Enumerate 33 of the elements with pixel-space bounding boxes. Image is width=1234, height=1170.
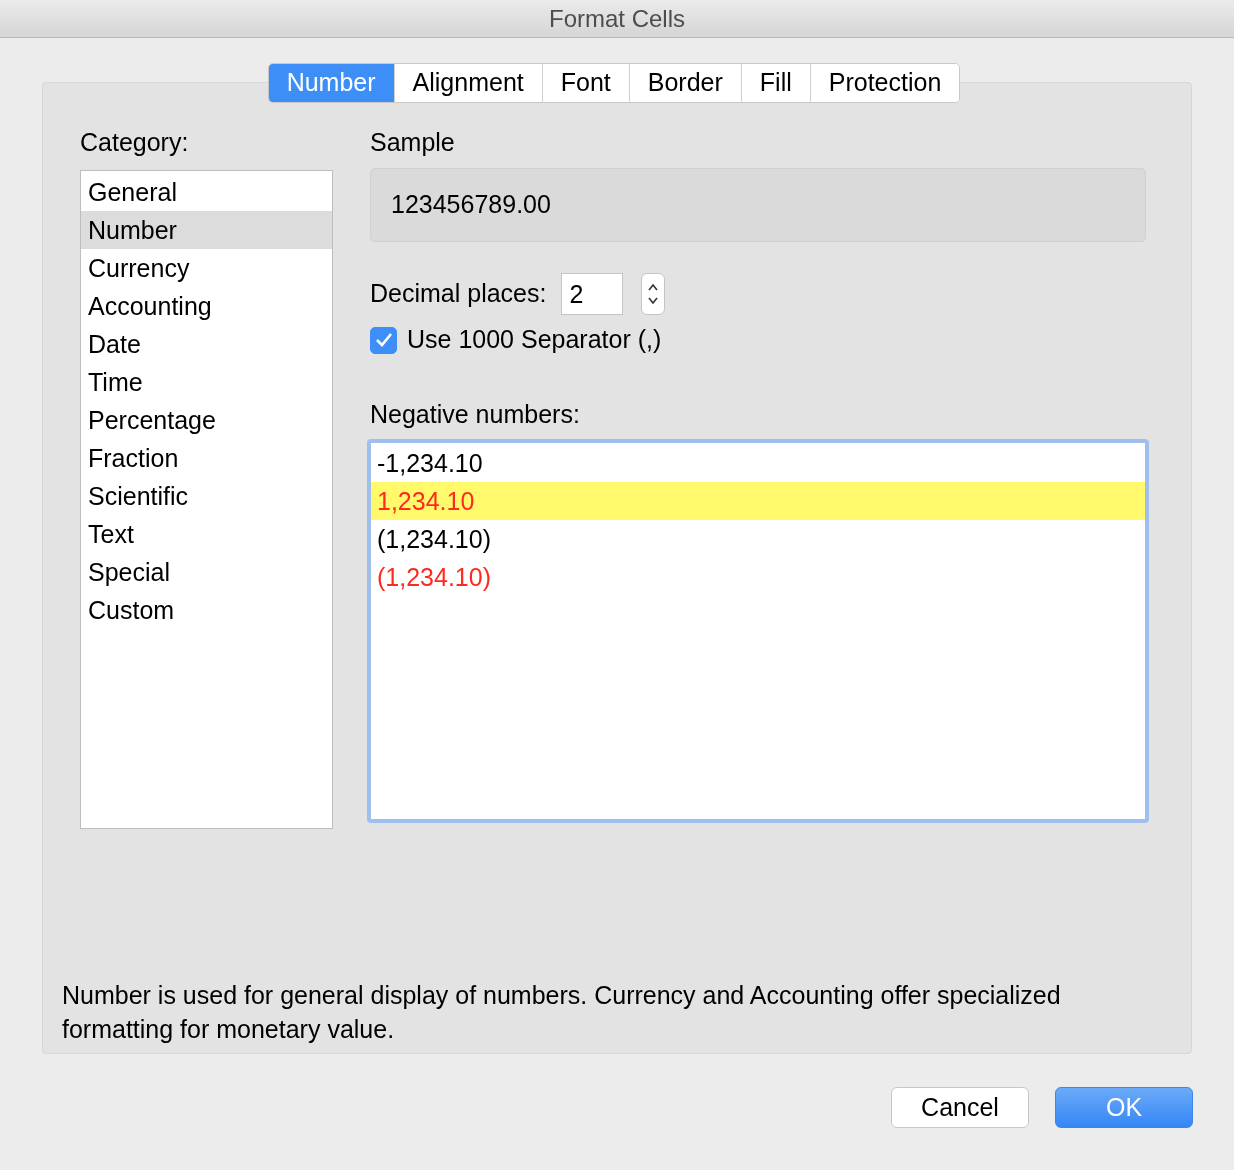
number-format-text: -1,234.10 (377, 448, 483, 478)
number-format-text: (1,234.10) (377, 524, 491, 554)
decimal-places-field[interactable]: 2 (561, 273, 624, 315)
sample-label: Sample (370, 127, 456, 158)
number-format-text: (1,234.10) (377, 562, 491, 592)
category-item[interactable]: Text (81, 515, 332, 553)
category-item[interactable]: Time (81, 363, 332, 401)
category-item[interactable]: Percentage (81, 401, 332, 439)
category-item[interactable]: Date (81, 325, 332, 363)
sample-value: 123456789.00 (391, 189, 551, 221)
category-item[interactable]: Currency (81, 249, 332, 287)
stepper-button[interactable] (641, 273, 666, 315)
category-label: Category: (80, 127, 190, 158)
window-title: Format Cells (549, 3, 685, 34)
category-item[interactable]: Fraction (81, 439, 332, 477)
negative-number-option[interactable]: (1,234.10) (371, 520, 1145, 558)
category-item[interactable]: Accounting (81, 287, 332, 325)
category-item[interactable]: Scientific (81, 477, 332, 515)
separator-label: Use 1000 Separator (,) (407, 324, 662, 356)
description-text: Number is used for general display of numbers. Currency and Accounting offer specialized formatting for monetary value. (62, 980, 1062, 1045)
decimal-places-label: Decimal places: (370, 278, 547, 310)
category-item[interactable]: General (81, 173, 332, 211)
number-format-text: 1,234.10 (377, 486, 475, 516)
cancel-button[interactable]: Cancel (891, 1087, 1029, 1128)
negative-numbers-label: Negative numbers: (370, 399, 581, 430)
category-item[interactable]: Number (81, 211, 332, 249)
negative-number-option[interactable]: -1,234.10 (371, 444, 1145, 482)
checkmark-icon (374, 332, 393, 348)
negative-number-option[interactable]: (1,234.10) (371, 558, 1145, 596)
separator-checkbox[interactable] (370, 326, 397, 354)
category-item[interactable]: Custom (81, 591, 332, 629)
stepper-arrows-icon (647, 281, 660, 307)
category-item[interactable]: Special (81, 553, 332, 591)
